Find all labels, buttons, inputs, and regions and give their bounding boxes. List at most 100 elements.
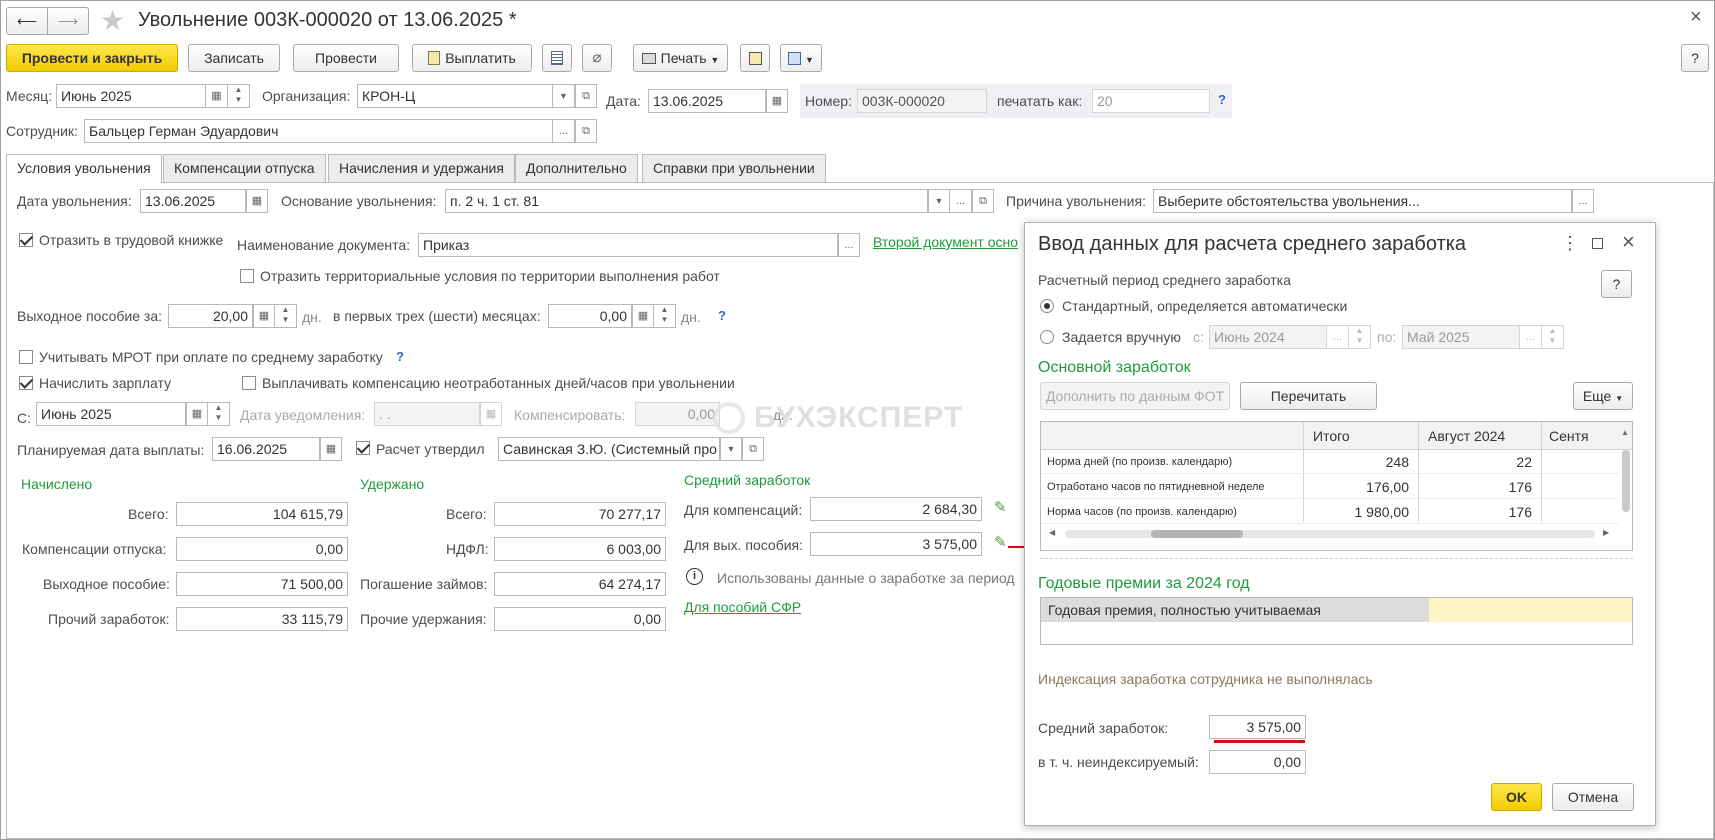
- tab-additional[interactable]: Дополнительно: [515, 154, 638, 182]
- reread-button[interactable]: Перечитать: [1240, 382, 1377, 410]
- dismissal-basis-select-icon[interactable]: ...: [950, 189, 972, 213]
- approved-by-field[interactable]: Савинская З.Ю. (Системный про: [498, 437, 720, 461]
- print-as-field[interactable]: 20: [1092, 89, 1210, 113]
- first-months-stepper[interactable]: ▲ ▼: [654, 304, 676, 328]
- structure-button[interactable]: [740, 44, 770, 72]
- number-help-icon[interactable]: ?: [1218, 92, 1226, 107]
- planned-date-field[interactable]: 16.06.2025: [212, 437, 320, 461]
- maximize-icon[interactable]: [1592, 238, 1603, 249]
- month-stepper[interactable]: ▲ ▼: [228, 84, 250, 108]
- help-button[interactable]: ?: [1681, 44, 1709, 72]
- dialog-help-button[interactable]: ?: [1601, 270, 1632, 298]
- dismissal-reason-select-icon[interactable]: ...: [1572, 189, 1594, 213]
- mrot-checkbox[interactable]: [19, 350, 33, 364]
- compensate-checkbox[interactable]: [242, 376, 256, 390]
- dismissal-reason-label: Причина увольнения:: [1006, 193, 1146, 209]
- month-field[interactable]: Июнь 2025: [56, 84, 206, 108]
- workbook-checkbox[interactable]: [19, 233, 33, 247]
- document-name-field[interactable]: Приказ: [418, 233, 838, 257]
- close-icon[interactable]: ×: [1690, 6, 1702, 29]
- printer-icon: [641, 53, 656, 64]
- attach-button[interactable]: ⌀: [582, 44, 612, 72]
- bonus-value-cell[interactable]: [1429, 598, 1632, 622]
- edit-pencil-icon[interactable]: ✎: [994, 498, 1007, 516]
- employee-select-icon[interactable]: ...: [553, 119, 575, 143]
- planned-date-calendar-icon[interactable]: ▦: [320, 437, 342, 461]
- employee-field[interactable]: Бальцер Герман Эдуардович: [84, 119, 553, 143]
- second-document-link[interactable]: Второй документ осно: [873, 233, 1018, 251]
- date-calendar-icon[interactable]: ▦: [766, 89, 788, 113]
- pay-button[interactable]: Выплатить: [412, 44, 532, 72]
- nonindexed-field: 0,00: [1209, 750, 1306, 774]
- approved-by-open-icon[interactable]: ⧉: [742, 437, 764, 461]
- ok-button[interactable]: OK: [1491, 783, 1542, 811]
- main-earnings-title: Основной заработок: [1038, 359, 1191, 376]
- tab-certificates[interactable]: Справки при увольнении: [642, 154, 826, 182]
- notice-date-label: Дата уведомления:: [240, 407, 366, 423]
- date-field[interactable]: 13.06.2025: [648, 89, 766, 113]
- scroll-up-icon[interactable]: ▲: [1621, 428, 1629, 437]
- territorial-checkbox[interactable]: [240, 269, 254, 283]
- print-as-label: печатать как:: [997, 93, 1083, 109]
- chevron-down-icon: ▼: [710, 55, 720, 65]
- from-calendar-icon[interactable]: ▦: [186, 402, 208, 426]
- severance-help-icon[interactable]: ?: [718, 308, 726, 323]
- severance-days-unit: дн.: [302, 309, 322, 325]
- manual-period-radio[interactable]: [1040, 330, 1054, 344]
- dismissal-date-calendar-icon[interactable]: ▦: [246, 189, 268, 213]
- header-total[interactable]: Итого: [1313, 424, 1350, 448]
- month-calendar-icon[interactable]: ▦: [206, 84, 228, 108]
- dismissal-date-field[interactable]: 13.06.2025: [140, 189, 246, 213]
- more-button[interactable]: Еще ▼: [1573, 382, 1633, 410]
- sfr-benefits-link[interactable]: Для пособий СФР: [684, 598, 801, 616]
- tab-vacation-compensation[interactable]: Компенсации отпуска: [163, 154, 326, 182]
- forward-button[interactable]: ⟶: [47, 7, 89, 35]
- first-months-field[interactable]: 0,00: [548, 304, 632, 328]
- organization-dropdown-icon[interactable]: ▼: [553, 84, 575, 108]
- info-icon: i: [686, 568, 703, 585]
- tab-dismissal-conditions[interactable]: Условия увольнения: [6, 154, 162, 183]
- severance-calc-icon[interactable]: ▦: [253, 304, 275, 328]
- accrue-salary-checkbox[interactable]: [19, 376, 33, 390]
- more-menu-icon[interactable]: ⋮: [1561, 233, 1579, 254]
- from-stepper[interactable]: ▲ ▼: [208, 402, 230, 426]
- organization-field[interactable]: КРОН-Ц: [357, 84, 553, 108]
- severance-days-field[interactable]: 20,00: [168, 304, 253, 328]
- vertical-scrollbar-thumb[interactable]: [1622, 450, 1630, 512]
- period-title: Расчетный период среднего заработка: [1038, 272, 1291, 288]
- approved-checkbox[interactable]: [356, 441, 370, 455]
- compensate-amount-label: Компенсировать:: [514, 407, 626, 423]
- post-and-close-button[interactable]: Провести и закрыть: [6, 44, 178, 72]
- list-button[interactable]: [542, 44, 572, 72]
- dismissal-basis-open-icon[interactable]: ⧉: [972, 189, 994, 213]
- first-months-calc-icon[interactable]: ▦: [632, 304, 654, 328]
- organization-open-icon[interactable]: ⧉: [575, 84, 597, 108]
- print-button[interactable]: Печать ▼: [633, 44, 728, 72]
- severance-stepper[interactable]: ▲ ▼: [275, 304, 297, 328]
- employee-open-icon[interactable]: ⧉: [575, 119, 597, 143]
- approved-by-dropdown-icon[interactable]: ▼: [720, 437, 742, 461]
- row-name: Отработано часов по пятидневной неделе: [1047, 481, 1265, 493]
- dismissal-reason-field[interactable]: Выберите обстоятельства увольнения...: [1153, 189, 1572, 213]
- horizontal-scrollbar-track[interactable]: [1065, 530, 1595, 538]
- scroll-left-icon[interactable]: ◀: [1049, 528, 1055, 537]
- from-field[interactable]: Июнь 2025: [36, 402, 186, 426]
- standard-period-radio[interactable]: [1040, 299, 1054, 313]
- header-august[interactable]: Август 2024: [1428, 424, 1505, 448]
- scroll-right-icon[interactable]: ▶: [1603, 528, 1609, 537]
- back-button[interactable]: ⟵: [6, 7, 48, 35]
- horizontal-scrollbar-thumb[interactable]: [1151, 530, 1243, 538]
- header-september[interactable]: Сентя: [1549, 424, 1589, 448]
- tab-accruals-deductions[interactable]: Начисления и удержания: [328, 154, 515, 182]
- related-docs-button[interactable]: ▼: [780, 44, 822, 72]
- cancel-button[interactable]: Отмена: [1552, 783, 1634, 811]
- save-button[interactable]: Записать: [188, 44, 280, 72]
- dismissal-basis-dropdown-icon[interactable]: ▼: [928, 189, 950, 213]
- close-icon[interactable]: ×: [1622, 229, 1635, 255]
- edit-pencil-icon[interactable]: ✎: [994, 533, 1007, 551]
- document-name-select-icon[interactable]: ...: [838, 233, 860, 257]
- favorite-star-icon[interactable]: ★: [100, 4, 125, 37]
- mrot-help-icon[interactable]: ?: [396, 349, 404, 364]
- post-button[interactable]: Провести: [293, 44, 399, 72]
- dismissal-basis-field[interactable]: п. 2 ч. 1 ст. 81: [445, 189, 928, 213]
